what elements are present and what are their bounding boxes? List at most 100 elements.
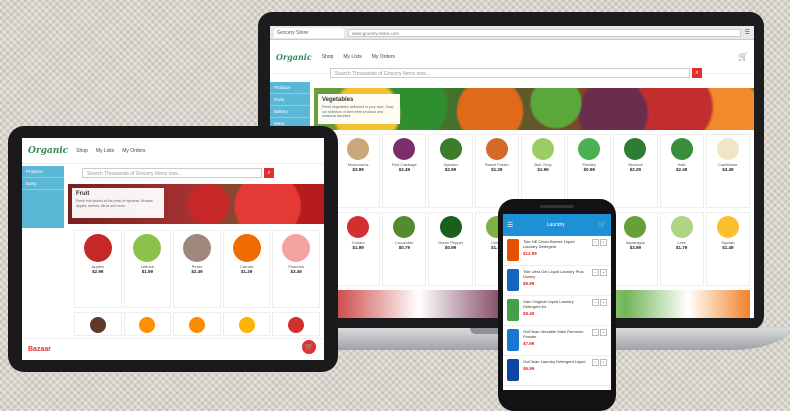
increment-button[interactable]: +: [600, 299, 607, 306]
tablet-logo[interactable]: Organic: [28, 146, 68, 156]
product-price: $1.99: [141, 269, 154, 274]
menu-icon[interactable]: ☰: [507, 221, 513, 229]
product-image: [507, 239, 519, 261]
product-price: $0.99: [444, 245, 457, 250]
product-card[interactable]: Squash $1.49: [705, 212, 750, 286]
increment-button[interactable]: +: [600, 329, 607, 336]
product-info: Gain Original Liquid Laundry Detergent 6…: [523, 299, 588, 322]
cart-icon[interactable]: 🛒: [598, 221, 607, 229]
search-icon: ⌕: [267, 169, 271, 176]
product-card[interactable]: [272, 312, 320, 336]
product-card[interactable]: [123, 312, 172, 336]
increment-button[interactable]: +: [600, 359, 607, 366]
decrement-button[interactable]: −: [592, 359, 599, 366]
product-card[interactable]: Apples $2.99: [74, 230, 122, 308]
tablet-nav-my-orders[interactable]: My Orders: [122, 148, 145, 154]
product-price: $3.49: [290, 269, 302, 274]
tablet-hero-text: Fresh fruit picked at the peak of ripene…: [76, 199, 153, 208]
product-image: [485, 138, 508, 160]
tablet-search-button[interactable]: ⌕: [264, 168, 274, 178]
product-price: $6.99: [523, 366, 535, 371]
tablet-nav-shop[interactable]: Shop: [76, 148, 88, 154]
sidebar: Produce Dairy Bakery Meat Pantry: [270, 82, 310, 142]
search-input[interactable]: Search Thousands of Grocery Items now...: [330, 68, 690, 78]
sidebar-item-produce[interactable]: Produce: [270, 82, 310, 94]
product-card[interactable]: Cucumber $0.79: [382, 212, 427, 286]
quantity-stepper[interactable]: − +: [592, 269, 607, 292]
product-image: [133, 234, 162, 262]
cart-icon[interactable]: 🛒: [738, 52, 748, 61]
search-button[interactable]: ⌕: [692, 68, 702, 78]
product-image: [83, 234, 112, 262]
product-card[interactable]: Tomato $1.99: [336, 212, 381, 286]
tablet-sidebar-item-dairy[interactable]: Dairy: [22, 178, 64, 190]
nav-my-orders[interactable]: My Orders: [372, 54, 395, 60]
product-card[interactable]: Sweet Potato $1.29: [474, 134, 519, 208]
quantity-stepper[interactable]: − +: [592, 299, 607, 322]
list-item[interactable]: Tide Ultra Oxi Liquid Laundry Plus Downy…: [503, 266, 611, 296]
product-card[interactable]: Green Pepper $0.99: [428, 212, 473, 286]
product-card[interactable]: Asparagus $3.99: [613, 212, 658, 286]
product-image: [347, 216, 370, 238]
product-card[interactable]: Broccoli $2.29: [613, 134, 658, 208]
decrement-button[interactable]: −: [592, 239, 599, 246]
address-bar[interactable]: www.grocery-store.com: [348, 28, 741, 37]
quantity-stepper[interactable]: − +: [592, 359, 607, 382]
quantity-stepper[interactable]: − +: [592, 239, 607, 262]
product-card[interactable]: Mushrooms $3.99: [336, 134, 381, 208]
increment-button[interactable]: +: [600, 239, 607, 246]
product-card[interactable]: Carrots $1.29: [222, 230, 271, 308]
menu-icon[interactable]: ☰: [745, 29, 750, 36]
product-card[interactable]: [74, 312, 122, 336]
product-name: Tide Ultra Oxi Liquid Laundry Plus Downy: [523, 269, 584, 279]
product-card[interactable]: Peaches $3.49: [272, 230, 320, 308]
product-image: [507, 359, 519, 381]
product-price: $2.49: [191, 269, 203, 274]
tablet-sidebar-item-produce[interactable]: Produce: [22, 166, 64, 178]
product-card[interactable]: Spinach $2.99: [428, 134, 473, 208]
list-item[interactable]: OxiClean Laundry Detergent Liquid $6.99 − +: [503, 356, 611, 386]
phone-product-list: Tide HE Clean Breeze Liquid Laundry Dete…: [503, 236, 611, 386]
product-card[interactable]: Bok Choy $1.99: [520, 134, 566, 208]
footer-brand[interactable]: Bazaar: [28, 346, 51, 353]
product-price: $3.99: [352, 167, 364, 172]
decrement-button[interactable]: −: [592, 269, 599, 276]
product-card[interactable]: Leek $1.79: [659, 212, 704, 286]
product-card[interactable]: Red Cabbage $2.49: [382, 134, 427, 208]
product-card[interactable]: Kale $2.49: [659, 134, 704, 208]
product-info: OxiClean Laundry Detergent Liquid $6.99: [523, 359, 588, 382]
product-card[interactable]: Lettuce $1.99: [123, 230, 172, 308]
product-info: OxiClean Versatile Stain Remover Powder $…: [523, 329, 588, 352]
list-item[interactable]: OxiClean Versatile Stain Remover Powder $…: [503, 326, 611, 356]
product-card[interactable]: [173, 312, 221, 336]
sidebar-item-dairy[interactable]: Dairy: [270, 94, 310, 106]
nav-shop[interactable]: Shop: [322, 54, 334, 60]
product-card[interactable]: Parsley $0.99: [567, 134, 612, 208]
sidebar-item-bakery[interactable]: Bakery: [270, 106, 310, 118]
product-card[interactable]: Pears $2.49: [173, 230, 221, 308]
product-price: $2.49: [398, 167, 410, 172]
quantity-stepper[interactable]: − +: [592, 329, 607, 352]
increment-button[interactable]: +: [600, 269, 607, 276]
nav-my-lists[interactable]: My Lists: [343, 54, 361, 60]
product-image: [716, 138, 739, 160]
list-item[interactable]: Tide HE Clean Breeze Liquid Laundry Dete…: [503, 236, 611, 266]
product-card[interactable]: [222, 312, 271, 336]
cart-fab[interactable]: 🛒: [302, 340, 316, 354]
product-image: [716, 216, 739, 238]
product-price: $2.99: [444, 167, 457, 172]
product-card[interactable]: Cauliflower $3.49: [705, 134, 750, 208]
site-logo[interactable]: Organic: [276, 52, 312, 62]
product-image: [232, 234, 261, 262]
decrement-button[interactable]: −: [592, 299, 599, 306]
search-icon: ⌕: [695, 69, 699, 76]
product-price: $1.79: [676, 245, 688, 250]
decrement-button[interactable]: −: [592, 329, 599, 336]
browser-tab[interactable]: Grocery Store: [274, 27, 344, 38]
product-grid-row1: Mushrooms $3.99 Red Cabbage $2.49 Spinach $2.…: [336, 134, 750, 208]
tablet-search-input[interactable]: Search Thousands of Grocery Items now...: [82, 168, 262, 178]
tablet-nav-my-lists[interactable]: My Lists: [96, 148, 114, 154]
product-price: $0.79: [398, 245, 410, 250]
product-image: [393, 216, 416, 238]
list-item[interactable]: Gain Original Liquid Laundry Detergent 6…: [503, 296, 611, 326]
